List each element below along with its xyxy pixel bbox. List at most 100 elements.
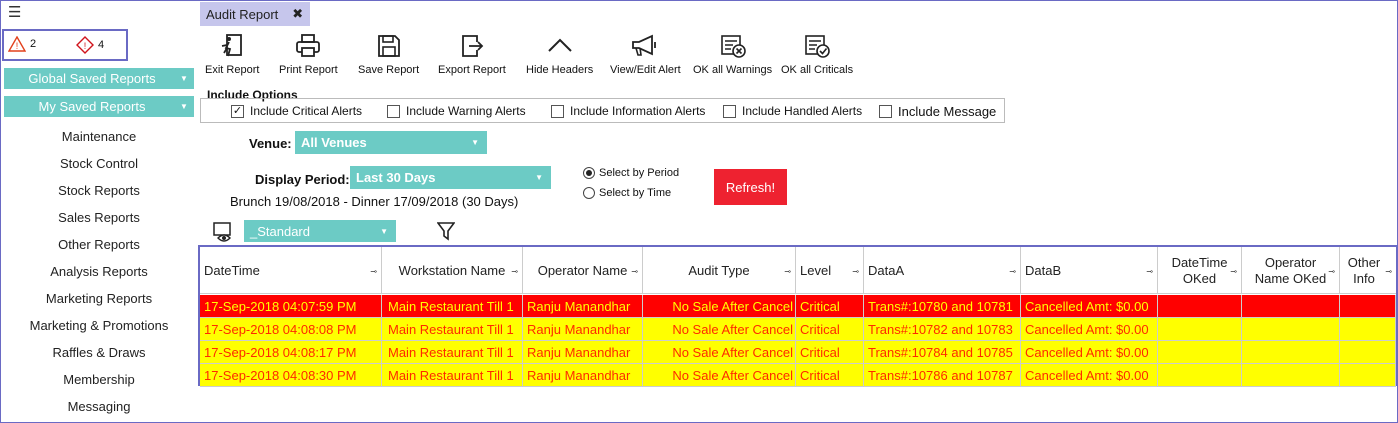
table-cell: 17-Sep-2018 04:08:08 PM — [200, 318, 382, 341]
col-header-label: Operator Name OKed — [1254, 254, 1327, 286]
pin-icon[interactable]: ⊸ — [631, 267, 638, 276]
pin-icon[interactable]: ⊸ — [370, 267, 377, 276]
list-check-icon — [805, 35, 830, 58]
table-cell: Ranju Manandhar — [523, 341, 643, 364]
ok-all-warnings-button[interactable]: OK all Warnings — [693, 33, 772, 76]
table-cell: No Sale After Cancel — [643, 364, 796, 387]
include-message-checkbox[interactable]: Include Message — [879, 104, 996, 119]
table-cell — [1340, 318, 1396, 341]
checkbox-icon — [387, 104, 400, 118]
pin-icon[interactable]: ⊸ — [511, 267, 518, 276]
view-edit-alert-button[interactable]: View/Edit Alert — [610, 33, 681, 76]
refresh-button[interactable]: Refresh! — [714, 169, 787, 205]
layout-select[interactable]: _Standard ▼ — [244, 220, 396, 242]
table-cell — [1340, 364, 1396, 387]
table-cell: Critical — [796, 295, 864, 318]
col-header-datab[interactable]: DataB ⊸ — [1021, 247, 1158, 294]
table-cell: Ranju Manandhar — [523, 318, 643, 341]
save-icon — [377, 35, 400, 57]
export-report-button[interactable]: Export Report — [438, 33, 506, 76]
chevron-up-icon — [547, 38, 572, 52]
include-handled-checkbox[interactable]: Include Handled Alerts — [723, 104, 862, 118]
exit-report-button[interactable]: Exit Report — [205, 33, 259, 76]
exit-report-label: Exit Report — [205, 64, 260, 76]
chevron-down-icon: ▼ — [180, 74, 188, 83]
table-cell: Trans#:10780 and 10781 — [864, 295, 1021, 318]
table-row[interactable]: 17-Sep-2018 04:08:08 PM Main Restaurant T… — [200, 318, 1396, 341]
tab-audit-report[interactable]: Audit Report ✖ — [200, 2, 310, 26]
col-header-operator-oked[interactable]: Operator Name OKed ⊸ — [1242, 247, 1340, 294]
print-report-button[interactable]: Print Report — [279, 33, 338, 76]
sidebar-item-sales-reports[interactable]: Sales Reports — [0, 210, 198, 225]
save-report-button[interactable]: Save Report — [358, 33, 419, 76]
select-by-time-radio[interactable]: Select by Time — [583, 187, 671, 199]
col-header-other-info[interactable]: Other Info ⊸ — [1340, 247, 1396, 294]
sidebar-item-other-reports[interactable]: Other Reports — [0, 237, 198, 252]
col-header-datetime-oked[interactable]: DateTime OKed ⊸ — [1158, 247, 1242, 294]
include-information-checkbox[interactable]: Include Information Alerts — [551, 104, 705, 118]
col-header-dataa[interactable]: DataA ⊸ — [864, 247, 1021, 294]
display-period-select[interactable]: Last 30 Days ▼ — [350, 166, 551, 189]
col-header-datetime[interactable]: DateTime ⊸ — [200, 247, 382, 294]
pin-icon[interactable]: ⊸ — [1009, 267, 1016, 276]
col-header-label: DataA — [868, 262, 905, 278]
global-saved-reports-dropdown[interactable]: Global Saved Reports ▼ — [4, 68, 194, 89]
include-warning-checkbox[interactable]: Include Warning Alerts — [387, 104, 526, 118]
hide-headers-button[interactable]: Hide Headers — [526, 33, 593, 76]
close-icon[interactable]: ✖ — [292, 6, 303, 22]
venue-select[interactable]: All Venues ▼ — [295, 131, 487, 154]
col-header-label: DateTime — [204, 262, 260, 278]
col-header-workstation[interactable]: Workstation Name ⊸ — [382, 247, 523, 294]
col-header-operator[interactable]: Operator Name ⊸ — [523, 247, 643, 294]
sidebar-item-stock-reports[interactable]: Stock Reports — [0, 183, 198, 198]
col-header-level[interactable]: Level ⊸ — [796, 247, 864, 294]
col-header-audit-type[interactable]: Audit Type ⊸ — [643, 247, 796, 294]
pin-icon[interactable]: ⊸ — [1146, 267, 1153, 276]
layout-view-icon[interactable] — [212, 221, 234, 243]
sidebar-item-analysis-reports[interactable]: Analysis Reports — [0, 264, 198, 279]
warning-alert[interactable]: ! 2 — [8, 36, 36, 52]
checkbox-icon — [723, 104, 736, 118]
pin-icon[interactable]: ⊸ — [852, 267, 859, 276]
col-header-label: Operator Name — [537, 262, 628, 278]
table-cell: Critical — [796, 364, 864, 387]
pin-icon[interactable]: ⊸ — [1328, 267, 1335, 276]
table-cell — [1158, 341, 1242, 364]
table-cell: Main Restaurant Till 1 — [382, 318, 523, 341]
layout-value: _Standard — [250, 223, 310, 239]
select-by-period-radio[interactable]: Select by Period — [583, 167, 679, 179]
table-cell: Cancelled Amt: $0.00 — [1021, 364, 1158, 387]
include-warning-label: Include Warning Alerts — [406, 104, 526, 118]
table-cell — [1340, 295, 1396, 318]
ok-all-criticals-label: OK all Criticals — [781, 64, 854, 76]
table-row[interactable]: 17-Sep-2018 04:08:30 PM Main Restaurant T… — [200, 364, 1396, 387]
chevron-down-icon: ▼ — [535, 173, 543, 182]
sidebar-item-maintenance[interactable]: Maintenance — [0, 129, 198, 144]
sidebar-item-marketing-reports[interactable]: Marketing Reports — [0, 291, 198, 306]
include-information-label: Include Information Alerts — [570, 104, 706, 118]
sidebar-item-membership[interactable]: Membership — [0, 372, 198, 387]
sidebar-item-stock-control[interactable]: Stock Control — [0, 156, 198, 171]
table-cell — [1158, 295, 1242, 318]
pin-icon[interactable]: ⊸ — [1230, 267, 1237, 276]
my-saved-reports-dropdown[interactable]: My Saved Reports ▼ — [4, 96, 194, 117]
include-handled-label: Include Handled Alerts — [742, 104, 863, 118]
col-header-label: DataB — [1025, 262, 1062, 278]
sidebar-item-raffles-draws[interactable]: Raffles & Draws — [0, 345, 198, 360]
save-report-label: Save Report — [358, 64, 420, 76]
critical-alert[interactable]: ! 4 — [76, 36, 104, 54]
table-row[interactable]: 17-Sep-2018 04:07:59 PM Main Restaurant T… — [200, 295, 1396, 318]
warning-count: 2 — [30, 38, 37, 50]
sidebar-item-marketing-promotions[interactable]: Marketing & Promotions — [0, 318, 198, 333]
table-cell: Critical — [796, 341, 864, 364]
pin-icon[interactable]: ⊸ — [784, 267, 791, 276]
table-cell — [1242, 295, 1340, 318]
include-critical-checkbox[interactable]: ✓ Include Critical Alerts — [231, 104, 362, 118]
ok-all-criticals-button[interactable]: OK all Criticals — [781, 33, 853, 76]
pin-icon[interactable]: ⊸ — [1385, 267, 1392, 276]
sidebar-item-messaging[interactable]: Messaging — [0, 399, 198, 414]
hamburger-icon[interactable]: ☰ — [8, 5, 21, 20]
filter-icon[interactable] — [437, 221, 455, 241]
table-row[interactable]: 17-Sep-2018 04:08:17 PM Main Restaurant T… — [200, 341, 1396, 364]
col-header-label: Audit Type — [688, 262, 750, 278]
